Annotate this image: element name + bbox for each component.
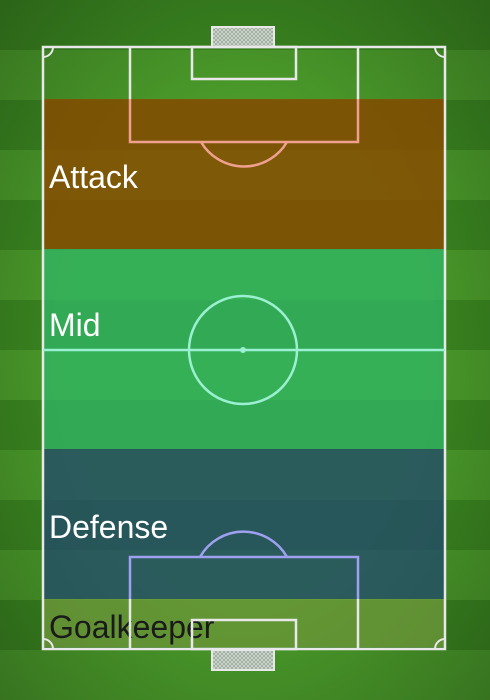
corner-arc-bottom-right <box>434 638 446 650</box>
top-penalty-area-upper <box>128 47 360 99</box>
top-goal-area <box>190 45 298 81</box>
corner-arc-top-left <box>42 46 54 58</box>
center-spot <box>240 347 246 353</box>
top-penalty-arc <box>199 141 289 168</box>
bottom-penalty-arc <box>198 530 289 558</box>
bottom-goal-area <box>190 618 298 651</box>
bottom-penalty-area-lower <box>128 599 360 649</box>
top-goal <box>211 26 275 48</box>
bottom-goal <box>211 649 275 671</box>
corner-arc-top-right <box>434 46 446 58</box>
field-lines <box>41 26 447 671</box>
top-penalty-area-lower <box>128 99 360 144</box>
bottom-penalty-area-upper <box>128 555 360 599</box>
corner-arc-bottom-left <box>42 638 54 650</box>
